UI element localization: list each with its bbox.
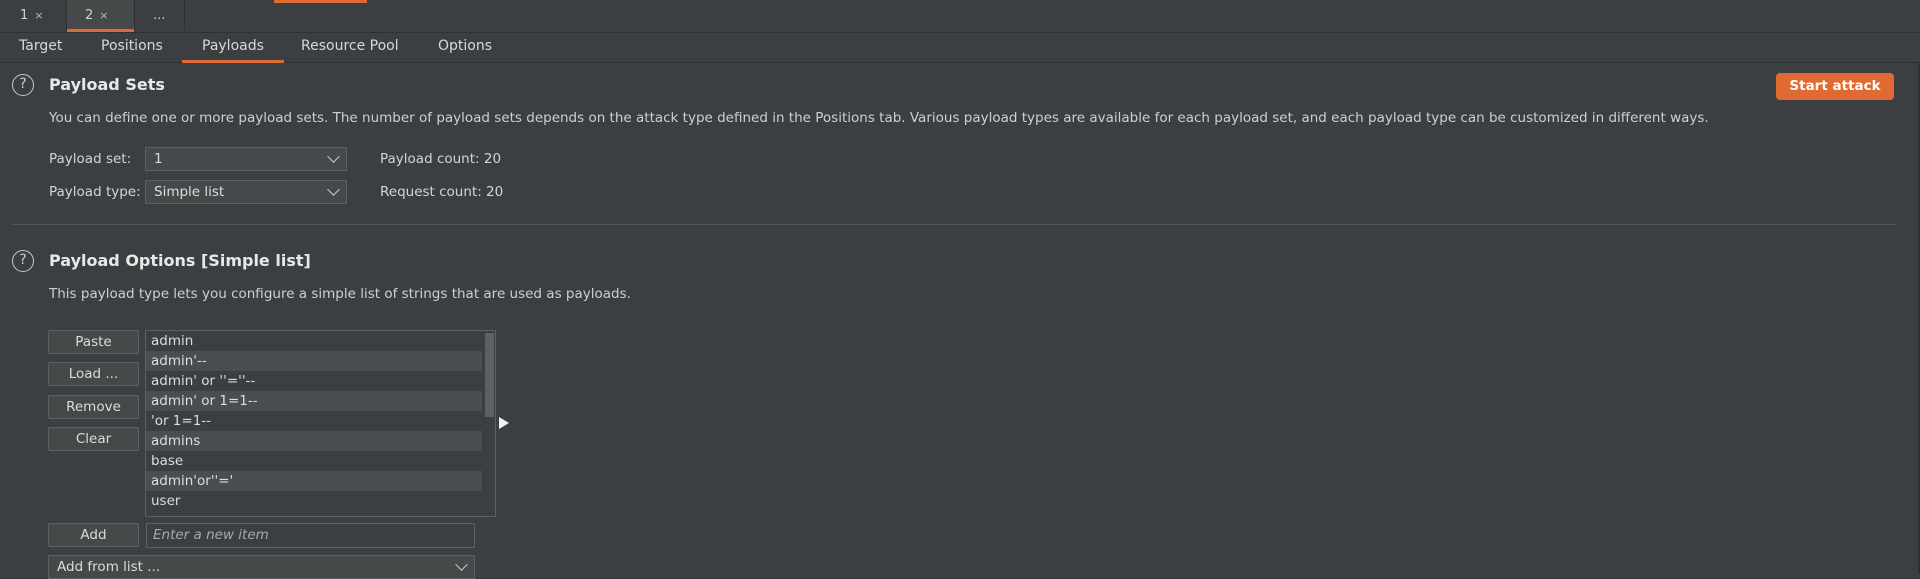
request-tab-label: ... bbox=[153, 8, 166, 23]
tab-options[interactable]: Options bbox=[438, 33, 492, 62]
list-item[interactable]: 'or 1=1-- bbox=[146, 411, 482, 431]
remove-button[interactable]: Remove bbox=[48, 395, 139, 419]
add-from-list-select[interactable]: Add from list ... bbox=[48, 555, 475, 579]
new-item-input[interactable]: Enter a new item bbox=[146, 523, 475, 548]
payload-list[interactable]: admin admin'-- admin' or ''=''-- admin' … bbox=[145, 330, 496, 517]
load-button[interactable]: Load ... bbox=[48, 362, 139, 386]
payload-set-value: 1 bbox=[154, 151, 163, 167]
payload-type-select[interactable]: Simple list bbox=[145, 180, 347, 204]
payload-type-label: Payload type: bbox=[49, 184, 141, 200]
tab-positions[interactable]: Positions bbox=[101, 33, 163, 62]
payload-options-description: This payload type lets you configure a s… bbox=[49, 286, 631, 302]
list-item[interactable]: admin' or ''=''-- bbox=[146, 371, 482, 391]
add-from-list-label: Add from list ... bbox=[57, 559, 161, 575]
request-tab-1[interactable]: 1 × bbox=[0, 0, 67, 31]
help-icon[interactable]: ? bbox=[12, 250, 34, 272]
payload-set-select[interactable]: 1 bbox=[145, 147, 347, 171]
section-title-payload-options: Payload Options [Simple list] bbox=[49, 251, 311, 270]
list-item[interactable]: admins bbox=[146, 431, 482, 451]
list-item[interactable]: base bbox=[146, 451, 482, 471]
section-title-payload-sets: Payload Sets bbox=[49, 75, 165, 94]
add-button[interactable]: Add bbox=[48, 523, 139, 547]
intruder-tab-bar: Target Positions Payloads Resource Pool … bbox=[0, 33, 1920, 63]
payload-sets-description: You can define one or more payload sets.… bbox=[49, 110, 1709, 126]
help-icon[interactable]: ? bbox=[12, 74, 34, 96]
chevron-down-icon bbox=[327, 183, 340, 196]
close-icon[interactable]: × bbox=[99, 9, 108, 22]
chevron-down-icon bbox=[455, 558, 468, 571]
request-count: Request count: 20 bbox=[380, 184, 504, 200]
request-tab-label: 1 bbox=[20, 8, 29, 23]
triangle-right-icon[interactable] bbox=[499, 417, 509, 429]
new-request-tab[interactable]: ... bbox=[135, 0, 185, 31]
list-item[interactable]: admin bbox=[146, 331, 482, 351]
list-item[interactable]: user bbox=[146, 491, 482, 511]
tab-resource-pool[interactable]: Resource Pool bbox=[301, 33, 399, 62]
request-tab-bar: 1 × 2 × ... bbox=[0, 0, 1920, 33]
tab-target[interactable]: Target bbox=[19, 33, 62, 62]
section-divider bbox=[12, 224, 1896, 225]
list-item[interactable]: admin'-- bbox=[146, 351, 482, 371]
paste-button[interactable]: Paste bbox=[48, 330, 139, 354]
request-tab-label: 2 bbox=[85, 8, 94, 23]
top-accent-bar bbox=[274, 0, 367, 3]
payload-type-value: Simple list bbox=[154, 184, 225, 200]
payload-set-label: Payload set: bbox=[49, 151, 132, 167]
list-item[interactable]: admin'or''=' bbox=[146, 471, 482, 491]
scrollbar-thumb[interactable] bbox=[485, 333, 494, 417]
list-item[interactable]: admin' or 1=1-- bbox=[146, 391, 482, 411]
request-tab-2[interactable]: 2 × bbox=[67, 0, 135, 32]
close-icon[interactable]: × bbox=[34, 9, 43, 22]
clear-button[interactable]: Clear bbox=[48, 427, 139, 451]
chevron-down-icon bbox=[327, 150, 340, 163]
start-attack-button[interactable]: Start attack bbox=[1776, 73, 1894, 100]
list-scrollbar[interactable] bbox=[483, 331, 495, 516]
tab-payloads[interactable]: Payloads bbox=[182, 33, 284, 63]
payload-count: Payload count: 20 bbox=[380, 151, 502, 167]
